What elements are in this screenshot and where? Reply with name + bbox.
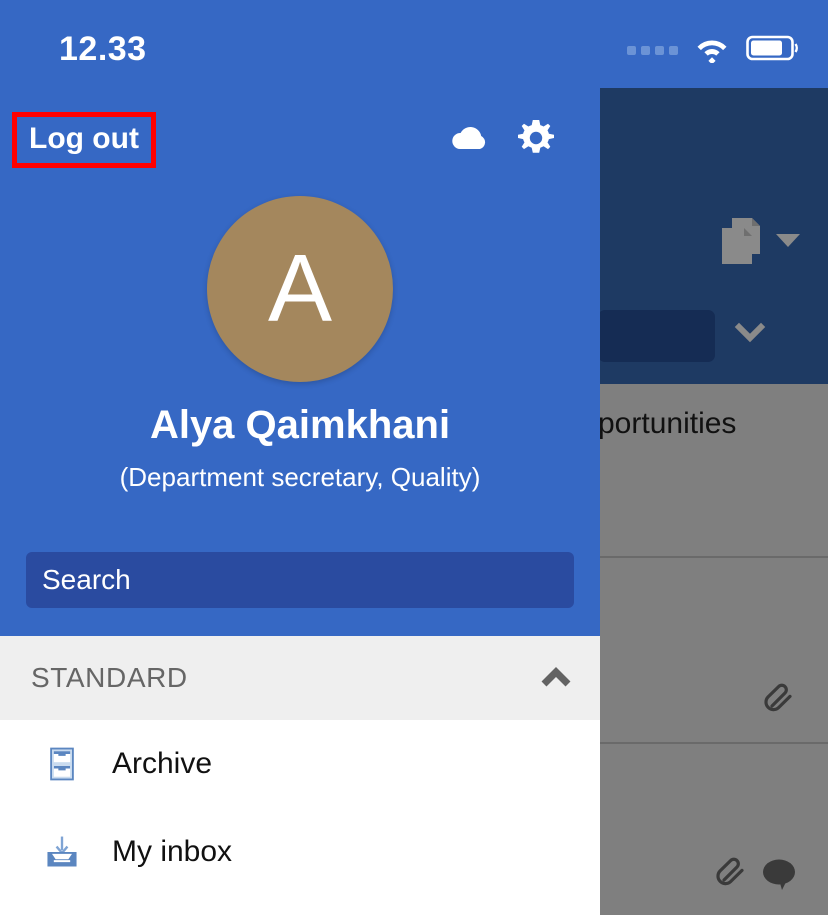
comment-bubble-icon[interactable] (760, 857, 798, 891)
drawer-header-icons (448, 116, 558, 160)
paperclip-icon[interactable] (764, 682, 798, 716)
logout-highlight-box: Log out (12, 112, 156, 168)
wifi-icon (692, 33, 732, 68)
logout-row: Log out (0, 112, 600, 178)
background-card-title: portunities (598, 407, 737, 440)
sidebar-item-label: My inbox (112, 835, 233, 868)
nav-list: Archive My inbox (0, 720, 600, 896)
search-input[interactable] (26, 552, 574, 608)
section-title: STANDARD (31, 662, 188, 693)
avatar[interactable]: A (207, 196, 393, 382)
cloud-icon[interactable] (448, 116, 492, 160)
avatar-initial: A (267, 235, 333, 342)
dim-overlay (598, 384, 828, 915)
user-role: (Department secretary, Quality) (119, 462, 481, 492)
list-divider (598, 742, 828, 744)
list-divider (598, 556, 828, 558)
status-indicators (627, 33, 802, 68)
section-header-standard[interactable]: STANDARD (0, 636, 600, 720)
navigation-drawer: Log out A Alya Qaimkhani (Department sec… (0, 0, 600, 915)
status-bar: 12.33 (0, 0, 828, 96)
screen: portunities Log out A Alya Qaimkhani (De… (0, 0, 828, 915)
sidebar-item-archive[interactable]: Archive (0, 720, 600, 808)
logout-button[interactable]: Log out (29, 121, 139, 157)
battery-icon (746, 34, 802, 67)
paperclip-icon[interactable] (716, 856, 750, 890)
status-time: 12.33 (59, 30, 147, 68)
sidebar-item-my-inbox[interactable]: My inbox (0, 808, 600, 896)
sidebar-item-label: Archive (112, 747, 213, 780)
signal-strength-icon (627, 46, 678, 55)
user-name: Alya Qaimkhani (149, 403, 451, 447)
chevron-down-icon[interactable] (731, 313, 769, 351)
chevron-up-icon[interactable] (536, 658, 576, 698)
archive-cabinet-icon (40, 742, 84, 786)
caret-down-icon[interactable] (776, 234, 800, 247)
inbox-tray-icon (40, 830, 84, 874)
background-search-box[interactable] (598, 310, 715, 362)
documents-icon[interactable] (714, 212, 770, 268)
gear-icon[interactable] (514, 116, 558, 160)
